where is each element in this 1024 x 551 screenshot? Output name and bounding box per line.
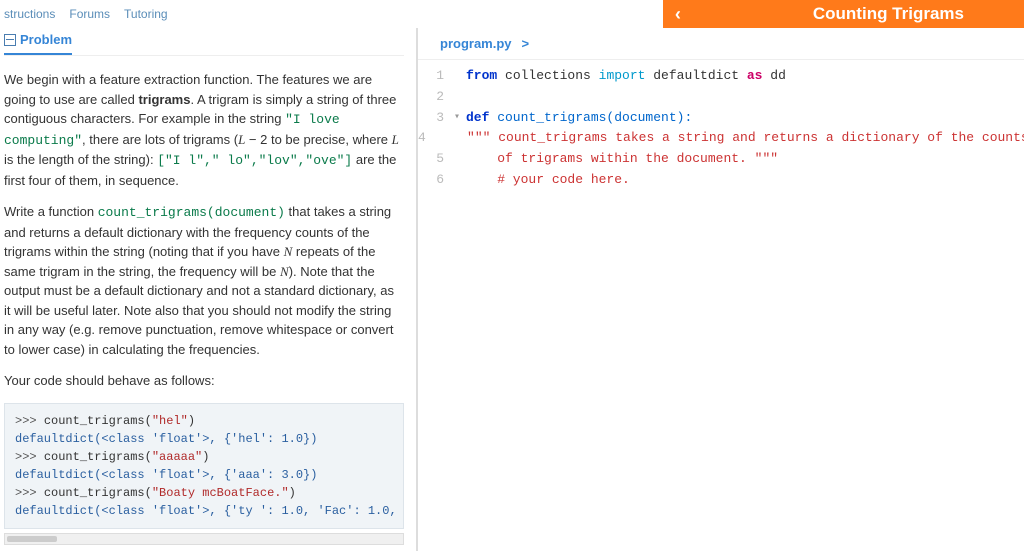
file-tab-program[interactable]: program.py [432,32,520,55]
editor-pane: program.py > 1from collections import de… [418,28,1024,551]
horizontal-scrollbar[interactable] [4,533,404,545]
page-title: Counting Trigrams [693,0,1024,28]
gutter [454,87,466,108]
prev-button[interactable]: ‹ [663,0,693,28]
example-block: >>> count_trigrams("hel") defaultdict(<c… [4,403,404,529]
nav-instructions[interactable]: structions [4,7,55,21]
gutter [454,170,466,191]
problem-paragraph-3: Your code should behave as follows: [4,371,404,391]
nav-tutoring[interactable]: Tutoring [124,7,168,21]
line-number: 2 [418,87,454,108]
gutter [454,149,466,170]
problem-paragraph-1: We begin with a feature extraction funct… [4,70,404,190]
nav-forums[interactable]: Forums [69,7,110,21]
problem-pane: Problem We begin with a feature extracti… [0,28,418,551]
problem-paragraph-2: Write a function count_trigrams(document… [4,202,404,359]
fold-icon[interactable]: ▾ [454,108,466,129]
code-editor[interactable]: 1from collections import defaultdict as … [418,60,1024,191]
line-number: 5 [418,149,454,170]
tab-problem-label: Problem [20,32,72,47]
line-number: 3 [418,108,454,129]
problem-icon [4,34,16,46]
tab-problem[interactable]: Problem [4,28,72,55]
line-number: 4 [418,128,436,149]
line-number: 6 [418,170,454,191]
chevron-right-icon: > [522,36,530,51]
line-number: 1 [418,66,454,87]
gutter [454,66,466,87]
